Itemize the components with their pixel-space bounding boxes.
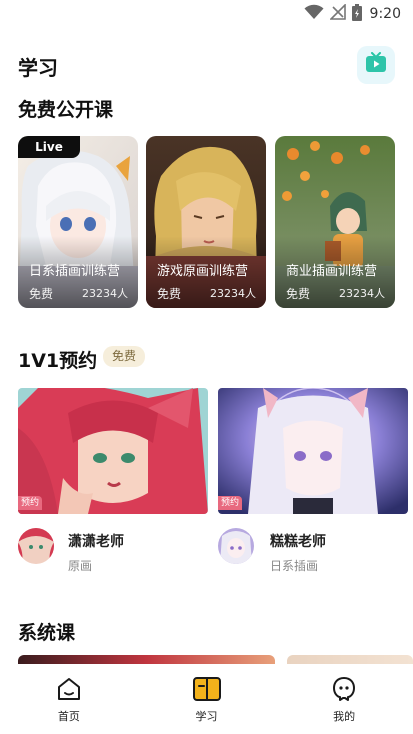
nav-item-home[interactable]: 首页	[0, 664, 138, 734]
system-course-title: 系统课	[18, 622, 76, 644]
course-student-count: 23234人	[82, 287, 128, 300]
course-student-count: 23234人	[210, 287, 256, 300]
bottom-nav: 首页 学习 我的	[0, 664, 413, 734]
teacher-card[interactable]: 预约	[18, 388, 208, 514]
free-course-list: Live 日系插画训练营 免费 23234人 游戏原画训练营 免费 23234人…	[18, 136, 413, 308]
page-title: 学习	[18, 56, 58, 80]
nav-item-learn[interactable]: 学习	[138, 664, 276, 734]
home-icon	[55, 676, 83, 702]
course-price: 免费	[29, 287, 54, 301]
booking-badge: 预约	[218, 496, 243, 510]
signal-off-icon	[328, 3, 346, 24]
nav-item-profile[interactable]: 我的	[275, 664, 413, 734]
learn-icon	[192, 676, 221, 702]
teacher-subtitle: 原画	[68, 559, 93, 573]
battery-icon	[351, 3, 362, 25]
free-tag: 免费	[103, 346, 146, 367]
nav-label: 我的	[333, 710, 356, 723]
teacher-card[interactable]: 预约	[218, 388, 408, 514]
course-price: 免费	[157, 287, 182, 301]
free-course-card[interactable]: 游戏原画训练营 免费 23234人	[146, 136, 266, 308]
teacher-subtitle: 日系插画	[270, 559, 319, 573]
one-on-one-title: 1V1预约	[18, 350, 98, 372]
teacher-name: 糕糕老师	[270, 534, 326, 550]
course-price: 免费	[286, 287, 311, 301]
avatar[interactable]	[218, 528, 254, 564]
course-name: 商业插画训练营	[286, 264, 378, 279]
course-name: 游戏原画训练营	[157, 264, 249, 279]
free-course-card[interactable]: 商业插画训练营 免费 23234人	[275, 136, 395, 308]
nav-label: 首页	[57, 710, 80, 723]
wifi-icon	[304, 4, 324, 24]
teacher-cover-image	[218, 388, 408, 514]
free-course-card[interactable]: Live 日系插画训练营 免费 23234人	[18, 136, 138, 308]
status-time: 9:20	[369, 6, 401, 22]
status-bar: 9:20	[0, 0, 413, 28]
course-student-count: 23234人	[339, 287, 385, 300]
live-badge: Live	[18, 136, 80, 158]
avatar[interactable]	[18, 528, 54, 564]
tv-play-icon	[364, 52, 388, 78]
course-name: 日系插画训练营	[29, 264, 121, 279]
free-section-title: 免费公开课	[18, 99, 114, 121]
profile-icon	[330, 676, 358, 702]
tv-button[interactable]	[357, 46, 395, 84]
screen: 9:20 学习 免费公开课 Live 日系插画训练营 免费 23234人 游戏原…	[0, 0, 413, 734]
status-icons: 9:20	[304, 3, 401, 25]
nav-label: 学习	[195, 710, 218, 723]
teacher-name: 潇潇老师	[68, 534, 124, 550]
teacher-cover-image	[18, 388, 208, 514]
booking-badge: 预约	[18, 496, 43, 510]
